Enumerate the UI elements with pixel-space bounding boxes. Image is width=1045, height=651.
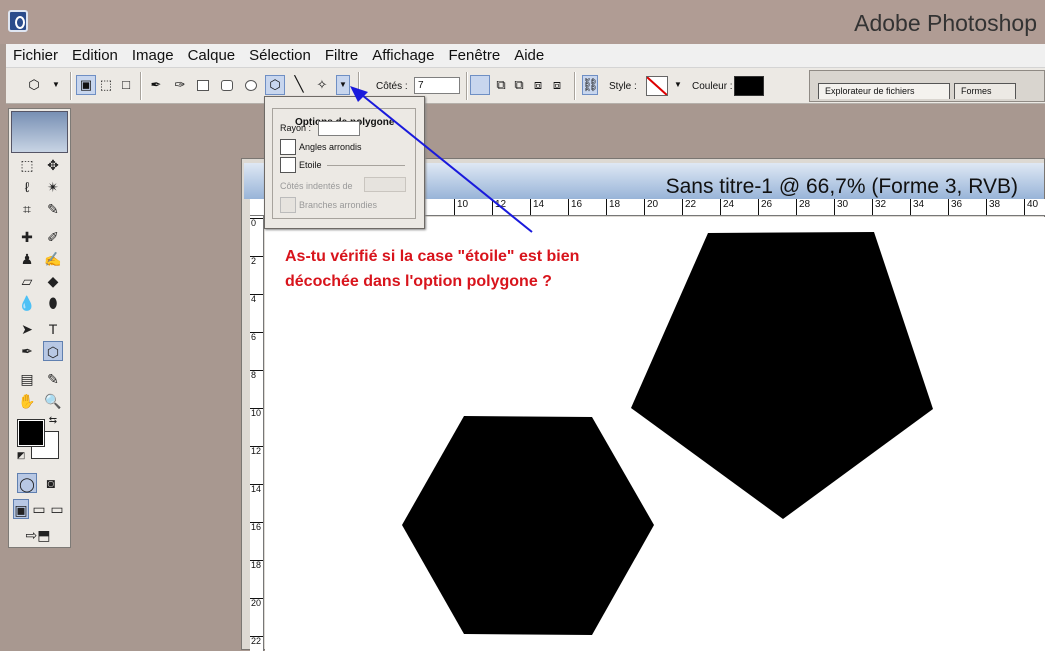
annotation-arrow [350, 86, 533, 233]
